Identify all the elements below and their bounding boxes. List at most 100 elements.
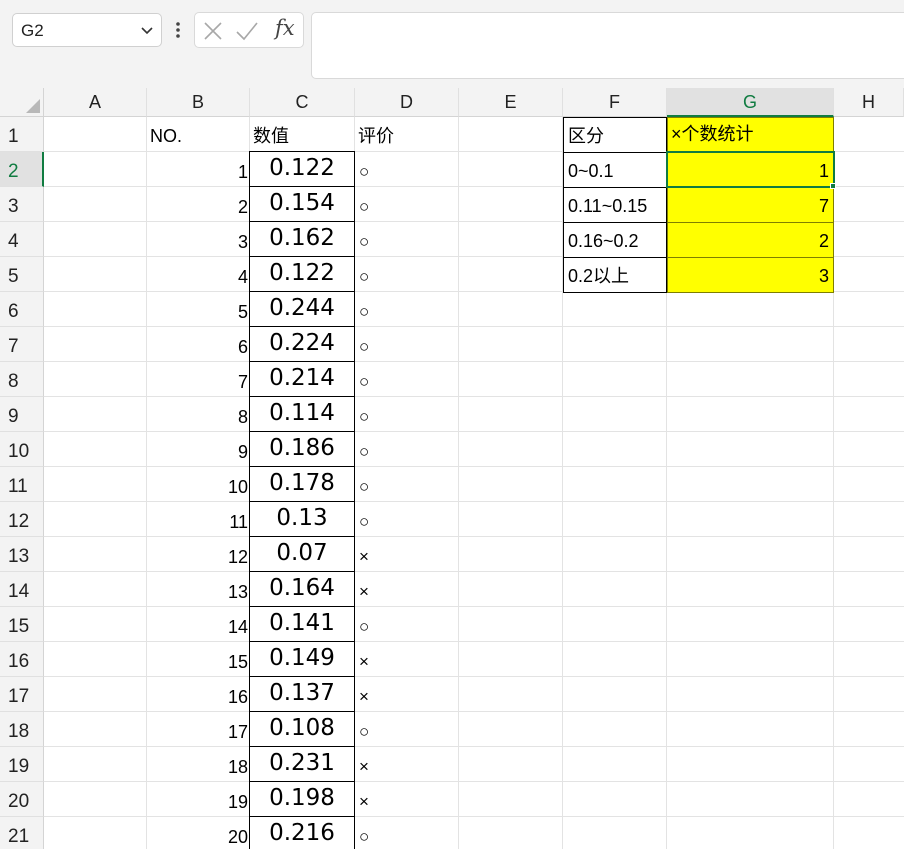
table-cell-no[interactable]: 9: [147, 432, 250, 467]
table-cell-evaluation[interactable]: ○: [359, 327, 369, 362]
row-header-13[interactable]: 13: [0, 537, 44, 572]
row-header-12[interactable]: 12: [0, 502, 44, 537]
table-cell-no[interactable]: 3: [147, 222, 250, 257]
table-cell-no[interactable]: 17: [147, 712, 250, 747]
summary-cell-range[interactable]: 0.11~0.15: [563, 187, 667, 223]
row-header-21[interactable]: 21: [0, 817, 44, 849]
table-cell-value[interactable]: 0.114: [249, 396, 355, 432]
table-cell-evaluation[interactable]: ○: [359, 502, 369, 537]
table-cell-evaluation[interactable]: ○: [359, 292, 369, 327]
table-cell-no[interactable]: 4: [147, 257, 250, 292]
select-all-button[interactable]: [0, 88, 44, 117]
summary-cell-count[interactable]: 7: [667, 187, 834, 223]
table-cell-evaluation[interactable]: ○: [359, 607, 369, 642]
column-header-a[interactable]: A: [44, 88, 147, 117]
row-header-6[interactable]: 6: [0, 292, 44, 327]
chevron-down-icon[interactable]: [139, 22, 155, 38]
table-cell-evaluation[interactable]: ○: [359, 257, 369, 292]
formula-input[interactable]: [311, 12, 904, 79]
table-cell-evaluation[interactable]: ○: [359, 712, 369, 747]
row-header-1[interactable]: 1: [0, 117, 44, 152]
row-header-5[interactable]: 5: [0, 257, 44, 292]
table-cell-no[interactable]: 10: [147, 467, 250, 502]
table-cell-value[interactable]: 0.214: [249, 361, 355, 397]
table-cell-no[interactable]: 12: [147, 537, 250, 572]
table-cell-evaluation[interactable]: ×: [359, 747, 369, 782]
table-cell-value[interactable]: 0.122: [249, 151, 355, 187]
table-cell-evaluation[interactable]: ○: [359, 362, 369, 397]
table-cell-evaluation[interactable]: ○: [359, 222, 369, 257]
summary-cell-range[interactable]: 0~0.1: [563, 152, 667, 188]
table-cell-value[interactable]: 0.178: [249, 466, 355, 502]
table-cell-evaluation[interactable]: ×: [359, 642, 369, 677]
summary-cell-count[interactable]: 2: [667, 222, 834, 258]
fill-handle[interactable]: [830, 183, 836, 189]
table-cell-no[interactable]: 6: [147, 327, 250, 362]
table-cell-value[interactable]: 0.231: [249, 746, 355, 782]
column-header-h[interactable]: H: [834, 88, 904, 117]
insert-function-icon[interactable]: fx: [275, 16, 295, 40]
table-cell-evaluation[interactable]: ○: [359, 397, 369, 432]
row-header-2[interactable]: 2: [0, 152, 44, 187]
column-header-b[interactable]: B: [147, 88, 250, 117]
table-cell-no[interactable]: 5: [147, 292, 250, 327]
table-cell-no[interactable]: 11: [147, 502, 250, 537]
table-cell-value[interactable]: 0.224: [249, 326, 355, 362]
summary-cell-range[interactable]: 0.2以上: [563, 257, 667, 293]
row-header-4[interactable]: 4: [0, 222, 44, 257]
name-box[interactable]: G2: [12, 13, 162, 47]
summary-header-count[interactable]: ×个数统计: [667, 117, 834, 153]
table-cell-evaluation[interactable]: ×: [359, 537, 369, 572]
table-cell-value[interactable]: 0.07: [249, 536, 355, 572]
summary-cell-count[interactable]: 3: [667, 257, 834, 293]
table-cell-evaluation[interactable]: ×: [359, 572, 369, 607]
table-cell-value[interactable]: 0.154: [249, 186, 355, 222]
table-cell-no[interactable]: 19: [147, 782, 250, 817]
row-header-10[interactable]: 10: [0, 432, 44, 467]
more-options-icon[interactable]: [170, 15, 186, 45]
table-cell-evaluation[interactable]: ○: [359, 432, 369, 467]
table-cell-no[interactable]: 14: [147, 607, 250, 642]
table-cell-value[interactable]: 0.141: [249, 606, 355, 642]
table-cell-no[interactable]: 18: [147, 747, 250, 782]
table-cell-value[interactable]: 0.149: [249, 641, 355, 677]
column-header-f[interactable]: F: [563, 88, 667, 117]
row-header-9[interactable]: 9: [0, 397, 44, 432]
column-header-e[interactable]: E: [459, 88, 563, 117]
table-cell-value[interactable]: 0.198: [249, 781, 355, 817]
column-header-g[interactable]: G: [667, 88, 834, 117]
row-header-15[interactable]: 15: [0, 607, 44, 642]
table-cell-value[interactable]: 0.108: [249, 711, 355, 747]
row-header-8[interactable]: 8: [0, 362, 44, 397]
row-header-16[interactable]: 16: [0, 642, 44, 677]
table-cell-value[interactable]: 0.137: [249, 676, 355, 712]
spreadsheet-grid[interactable]: A B C D E F G H 1 2 3 4 5 6 7 8 9 10 11 12 13 14 15 16 17 18 19 20 2…: [0, 88, 904, 849]
table-cell-value[interactable]: 0.186: [249, 431, 355, 467]
table-cell-value[interactable]: 0.13: [249, 501, 355, 537]
row-header-19[interactable]: 19: [0, 747, 44, 782]
row-header-20[interactable]: 20: [0, 782, 44, 817]
table-cell-evaluation[interactable]: ×: [359, 782, 369, 817]
table-cell-evaluation[interactable]: ○: [359, 152, 369, 187]
row-header-11[interactable]: 11: [0, 467, 44, 502]
table-cell-no[interactable]: 15: [147, 642, 250, 677]
table-cell-value[interactable]: 0.162: [249, 221, 355, 257]
table-cell-no[interactable]: 7: [147, 362, 250, 397]
column-header-d[interactable]: D: [355, 88, 459, 117]
row-header-17[interactable]: 17: [0, 677, 44, 712]
table-cell-no[interactable]: 2: [147, 187, 250, 222]
table-cell-value[interactable]: 0.244: [249, 291, 355, 327]
table-cell-no[interactable]: 1: [147, 152, 250, 187]
table-cell-no[interactable]: 20: [147, 817, 250, 849]
check-icon[interactable]: [235, 21, 259, 41]
table-cell-evaluation[interactable]: ○: [359, 467, 369, 502]
column-header-c[interactable]: C: [250, 88, 355, 117]
row-header-7[interactable]: 7: [0, 327, 44, 362]
cancel-icon[interactable]: [203, 21, 223, 41]
table-cell-evaluation[interactable]: ○: [359, 817, 369, 849]
table-cell-value[interactable]: 0.216: [249, 816, 355, 849]
summary-header-range[interactable]: 区分: [563, 117, 667, 153]
table-cell-no[interactable]: 8: [147, 397, 250, 432]
summary-cell-range[interactable]: 0.16~0.2: [563, 222, 667, 258]
row-header-14[interactable]: 14: [0, 572, 44, 607]
